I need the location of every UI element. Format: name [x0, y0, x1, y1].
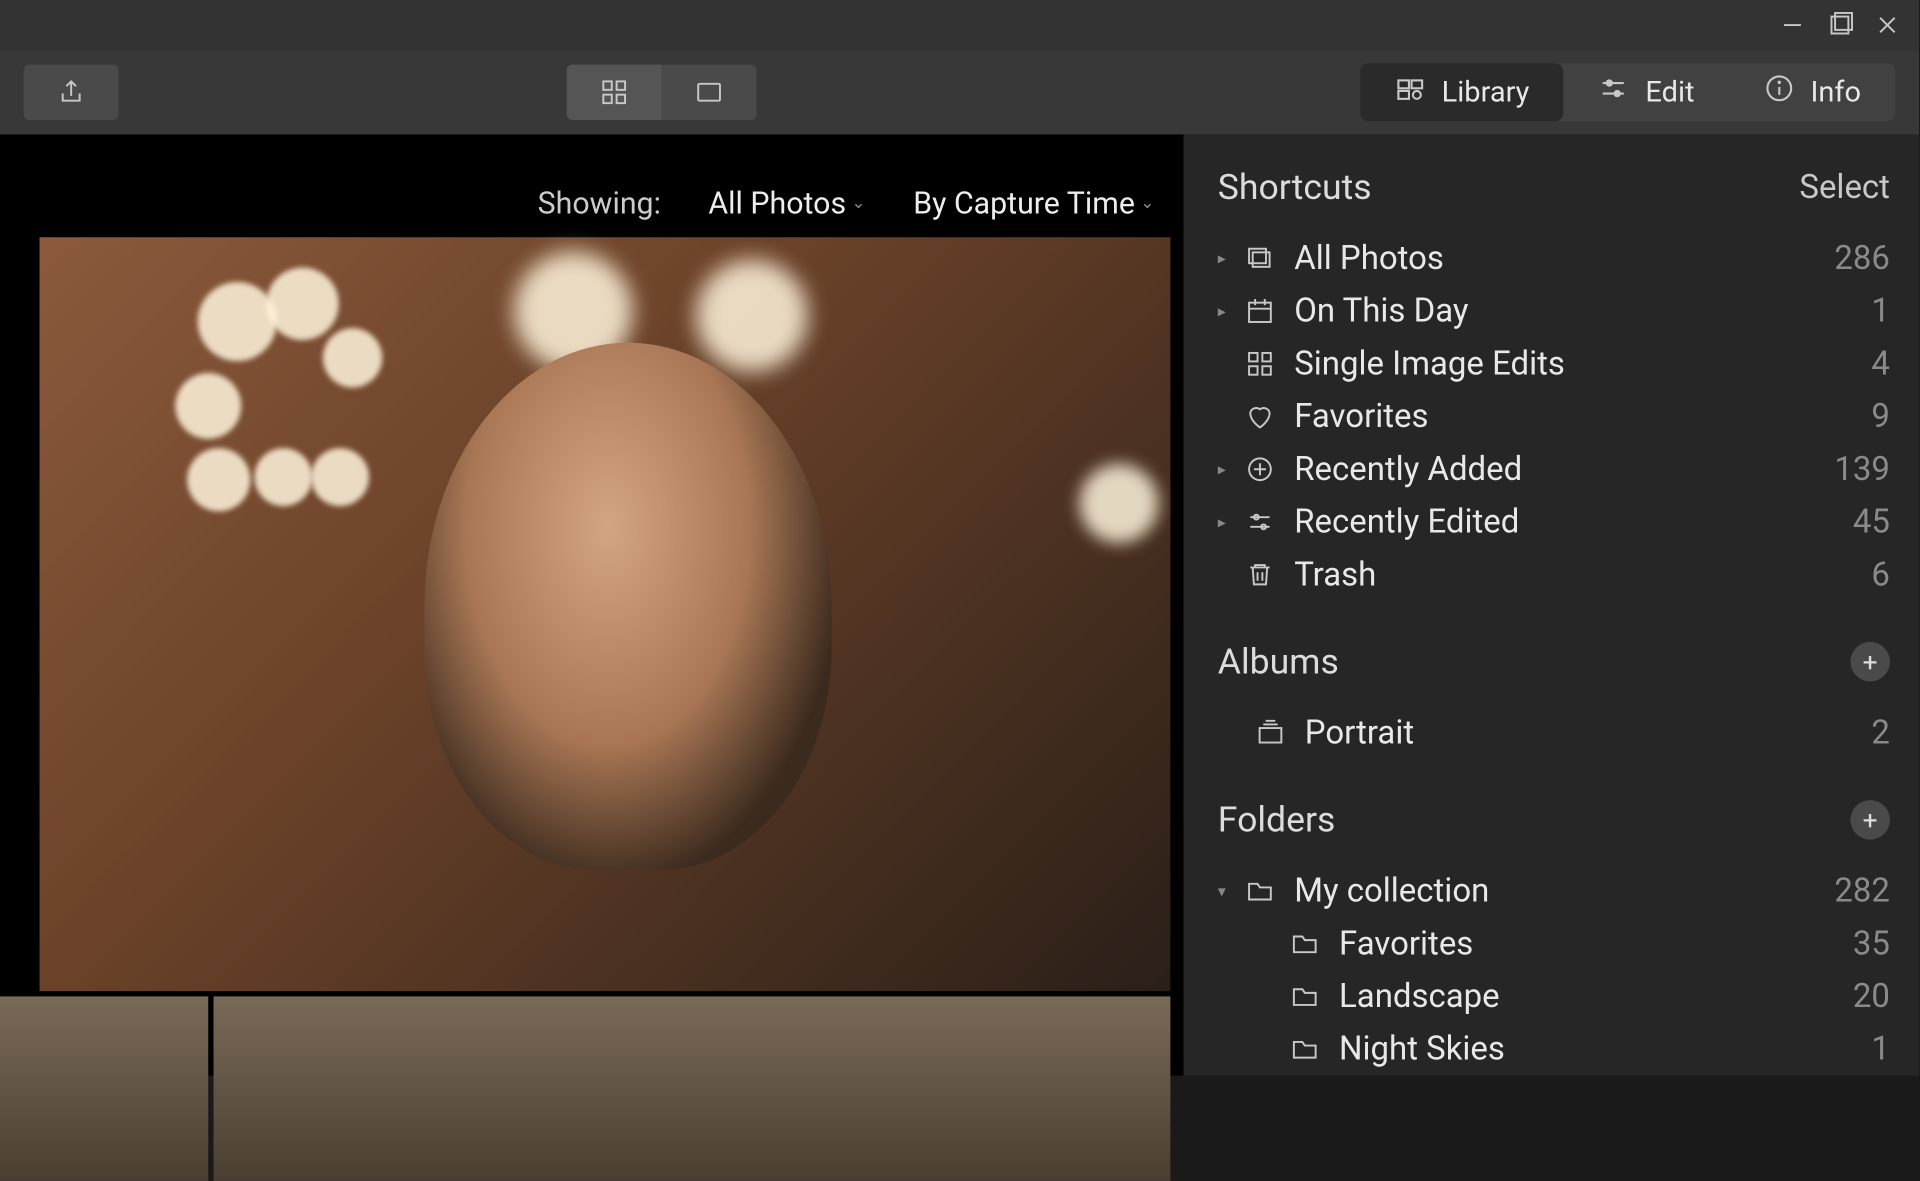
chevron-down-icon: ⌄: [1140, 194, 1154, 214]
edit-tab[interactable]: Edit: [1564, 63, 1729, 121]
folder-label: Night Skies: [1339, 1030, 1871, 1068]
shortcut-favorites[interactable]: Favorites 9: [1218, 390, 1890, 443]
folder-icon: [1289, 982, 1321, 1011]
folder-count: 1: [1871, 1030, 1890, 1068]
collapse-icon[interactable]: ▾: [1218, 882, 1236, 900]
share-button[interactable]: [24, 65, 119, 120]
photos-stack-icon: [1244, 244, 1276, 273]
shortcut-recently-edited[interactable]: ▸ Recently Edited 45: [1218, 496, 1890, 549]
shortcuts-heading: Shortcuts: [1218, 166, 1372, 208]
folder-count: 20: [1853, 977, 1890, 1015]
sliders-icon: [1598, 72, 1630, 112]
maximize-button[interactable]: [1824, 9, 1856, 41]
shortcut-on-this-day[interactable]: ▸ On This Day 1: [1218, 285, 1890, 338]
calendar-icon: [1244, 297, 1276, 326]
folder-favorites[interactable]: Favorites 35: [1218, 917, 1890, 970]
shortcut-count: 6: [1871, 556, 1890, 594]
chevron-down-icon: ⌄: [851, 194, 865, 214]
shortcut-trash[interactable]: Trash 6: [1218, 548, 1890, 601]
trash-icon: [1244, 560, 1276, 589]
shortcut-count: 45: [1853, 503, 1890, 541]
library-tab[interactable]: Library: [1360, 63, 1564, 121]
filter-bar: Showing: All Photos ⌄ By Capture Time ⌄: [0, 134, 1184, 237]
plus-circle-icon: [1244, 455, 1276, 484]
photo-viewer: Showing: All Photos ⌄ By Capture Time ⌄: [0, 134, 1184, 1075]
filter-dropdown[interactable]: All Photos ⌄: [708, 186, 865, 222]
info-tab[interactable]: Info: [1729, 63, 1896, 121]
library-panel: Shortcuts Select ▸ All Photos 286 ▸ On T…: [1184, 134, 1919, 1075]
filter-value: All Photos: [708, 186, 846, 222]
add-folder-button[interactable]: +: [1850, 800, 1890, 840]
shortcuts-select-button[interactable]: Select: [1799, 168, 1890, 206]
expand-icon[interactable]: ▸: [1218, 460, 1236, 478]
album-count: 2: [1871, 714, 1890, 752]
shortcut-count: 4: [1871, 345, 1890, 383]
panel-tabs: Library Edit Info: [1360, 63, 1895, 121]
folder-my-collection[interactable]: ▾ My collection 282: [1218, 865, 1890, 918]
album-label: Portrait: [1305, 714, 1872, 752]
grid-view-button[interactable]: [567, 65, 662, 120]
folder-label: Landscape: [1339, 977, 1853, 1015]
expand-icon[interactable]: ▸: [1218, 249, 1236, 267]
folder-count: 35: [1853, 925, 1890, 963]
album-portrait[interactable]: Portrait 2: [1218, 706, 1890, 759]
view-mode-toggle: [567, 65, 757, 120]
albums-heading: Albums: [1218, 641, 1339, 683]
album-icon: [1255, 718, 1287, 747]
folder-label: My collection: [1294, 872, 1834, 910]
shortcut-single-edits[interactable]: Single Image Edits 4: [1218, 337, 1890, 390]
info-tab-label: Info: [1810, 76, 1861, 109]
shortcut-label: Recently Edited: [1294, 503, 1853, 541]
shortcut-label: All Photos: [1294, 239, 1834, 277]
shortcut-recently-added[interactable]: ▸ Recently Added 139: [1218, 443, 1890, 496]
shortcut-label: Trash: [1294, 556, 1871, 594]
shortcut-count: 9: [1871, 397, 1890, 435]
grid-icon: [1244, 349, 1276, 378]
folder-label: Favorites: [1339, 925, 1853, 963]
folder-icon: [1289, 1035, 1321, 1064]
folder-icon: [1289, 929, 1321, 958]
expand-icon[interactable]: ▸: [1218, 302, 1236, 320]
sort-dropdown[interactable]: By Capture Time ⌄: [913, 186, 1154, 222]
minimize-button[interactable]: [1777, 9, 1809, 41]
folder-landscape[interactable]: Landscape 20: [1218, 970, 1890, 1023]
add-album-button[interactable]: +: [1850, 642, 1890, 682]
folder-night-skies[interactable]: Night Skies 1: [1218, 1023, 1890, 1076]
shortcut-count: 286: [1834, 239, 1890, 277]
library-icon: [1394, 72, 1426, 112]
heart-icon: [1244, 402, 1276, 431]
thumbnail[interactable]: [214, 996, 1171, 1181]
shortcut-count: 1: [1871, 292, 1890, 330]
single-view-button[interactable]: [662, 65, 757, 120]
info-icon: [1763, 72, 1795, 112]
folders-heading: Folders: [1218, 799, 1336, 841]
shortcut-all-photos[interactable]: ▸ All Photos 286: [1218, 232, 1890, 285]
expand-icon[interactable]: ▸: [1218, 513, 1236, 531]
folder-icon: [1244, 876, 1276, 905]
sliders-icon: [1244, 507, 1276, 536]
shortcut-label: Recently Added: [1294, 450, 1834, 488]
shortcut-count: 139: [1834, 450, 1890, 488]
photo-area[interactable]: [0, 237, 1184, 1075]
shortcut-label: Single Image Edits: [1294, 345, 1871, 383]
main-toolbar: Library Edit Info: [0, 50, 1919, 134]
shortcut-label: Favorites: [1294, 397, 1871, 435]
library-tab-label: Library: [1442, 76, 1530, 109]
folder-count: 282: [1834, 872, 1890, 910]
thumbnail[interactable]: [0, 996, 208, 1181]
close-button[interactable]: [1872, 9, 1904, 41]
main-photo[interactable]: [40, 237, 1171, 991]
sort-value: By Capture Time: [913, 186, 1135, 222]
showing-label: Showing:: [538, 186, 661, 222]
edit-tab-label: Edit: [1645, 76, 1694, 109]
window-titlebar: [0, 0, 1919, 50]
shortcut-label: On This Day: [1294, 292, 1871, 330]
